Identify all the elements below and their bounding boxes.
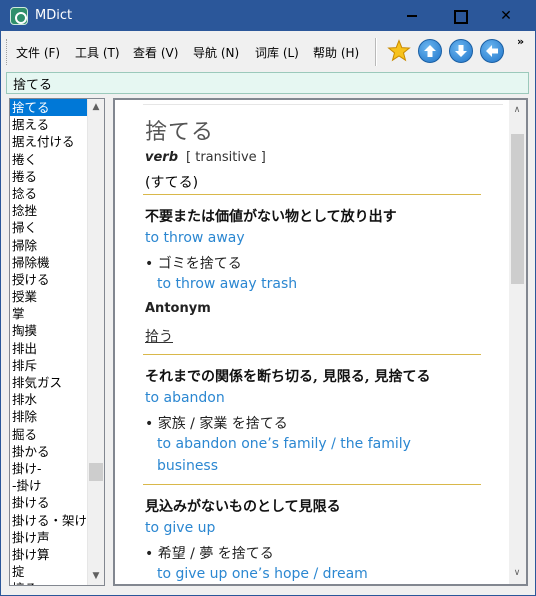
definition-pane: 捨てる verb [ transitive ] (すてる) 不要または価値がない物…	[113, 98, 528, 586]
word-list-item[interactable]: 掃除機	[10, 254, 88, 271]
antonym-link[interactable]: 拾う	[145, 326, 173, 346]
example-japanese: • 家族 / 家業 を捨てる	[145, 416, 288, 432]
word-list-item[interactable]: 捲く	[10, 151, 88, 168]
word-list-item[interactable]: 掛け-	[10, 460, 88, 477]
sense-definition: 見込みがないものとして見限る	[145, 499, 341, 515]
example-english[interactable]: to throw away trash	[157, 273, 437, 295]
example-japanese: • 希望 / 夢 を捨てる	[145, 546, 274, 562]
sense-divider	[143, 354, 481, 355]
toolbar-grip[interactable]	[6, 39, 9, 65]
word-list-item[interactable]: 掛け算	[10, 546, 88, 563]
sense-definition: それまでの関係を断ち切る, 見限る, 見捨てる	[145, 369, 431, 385]
menu-file[interactable]: 文件 (F)	[16, 44, 60, 61]
toolbar: 文件 (F) 工具 (T) 查看 (V) 导航 (N) 词库 (L) 帮助 (H…	[1, 31, 535, 71]
reading: (すてる)	[145, 175, 199, 191]
word-list: 捨てる 据える 据え付ける 捲く 捲る 捻る 捻挫 掃く 掃除 掃除機 授ける 授業掌掏摸 排出 排斥 排気…	[9, 98, 105, 586]
menu-tools[interactable]: 工具 (T)	[75, 44, 120, 61]
word-list-item[interactable]: 排除	[10, 408, 88, 425]
word-list-scrollbar[interactable]: ▲ ▼	[87, 99, 104, 585]
word-list-item[interactable]: 排気ガス	[10, 374, 88, 391]
arrow-up-icon[interactable]	[418, 39, 442, 63]
maximize-button[interactable]	[442, 1, 476, 31]
definition-scroll-thumb[interactable]	[511, 134, 524, 284]
close-button[interactable]: ✕	[489, 1, 523, 31]
word-list-item[interactable]: 授ける	[10, 271, 88, 288]
word-list-item[interactable]: 掘る	[10, 426, 88, 443]
word-list-item[interactable]: 捻る	[10, 185, 88, 202]
word-list-item[interactable]: 掠る	[10, 580, 88, 585]
headword: 捨てる	[145, 120, 215, 145]
search-input[interactable]	[6, 72, 529, 94]
arrow-left-icon[interactable]	[480, 39, 504, 63]
word-list-item[interactable]: 据える	[10, 116, 88, 133]
app-logo-icon	[10, 7, 28, 25]
word-list-item[interactable]: 排出	[10, 340, 88, 357]
word-list-item[interactable]: 掟	[10, 563, 88, 580]
menu-library[interactable]: 词库 (L)	[255, 44, 299, 61]
window-title: MDict	[35, 8, 73, 23]
menu-navigate[interactable]: 导航 (N)	[193, 44, 239, 61]
toolbar-overflow-chevron-icon[interactable]: »	[517, 35, 524, 48]
arrow-down-icon[interactable]	[449, 39, 473, 63]
example-english[interactable]: to give up one’s hope / dream	[157, 563, 437, 584]
word-list-item[interactable]: 掛け声	[10, 529, 88, 546]
word-list-item[interactable]: 捻挫	[10, 202, 88, 219]
word-list-item[interactable]: 排水	[10, 391, 88, 408]
minimize-button[interactable]	[395, 1, 429, 31]
title-bar[interactable]: MDict ✕	[1, 1, 535, 31]
word-list-item[interactable]: 掃除	[10, 237, 88, 254]
word-list-item[interactable]: 掛かる	[10, 443, 88, 460]
menu-help[interactable]: 帮助 (H)	[313, 44, 359, 61]
sense-definition: 不要または価値がない物として放り出す	[145, 209, 397, 225]
example-english[interactable]: to abandon one’s family / the family bus…	[157, 433, 437, 477]
word-list-item[interactable]: 排斥	[10, 357, 88, 374]
pos-label: verb	[145, 150, 179, 165]
word-list-item[interactable]: 掌	[10, 305, 88, 322]
pos-note: [ transitive ]	[186, 150, 266, 165]
sense-divider	[143, 194, 481, 195]
menu-view[interactable]: 查看 (V)	[133, 44, 178, 61]
sense-gloss[interactable]: to abandon	[145, 390, 225, 406]
scroll-down-icon[interactable]: ∨	[509, 565, 525, 582]
word-list-item[interactable]: 捲る	[10, 168, 88, 185]
word-list-item[interactable]: 掏摸	[10, 322, 88, 339]
scroll-up-icon[interactable]: ∧	[509, 102, 525, 119]
word-list-item[interactable]: -掛け	[10, 477, 88, 494]
word-list-scroll-thumb[interactable]	[89, 463, 103, 481]
word-list-item[interactable]: 掛ける・架け	[10, 512, 88, 529]
word-list-items: 捨てる 据える 据え付ける 捲く 捲る 捻る 捻挫 掃く 掃除 掃除機 授ける 授業掌掏摸 排出 排斥 排気…	[10, 99, 88, 585]
word-list-item[interactable]: 据え付ける	[10, 133, 88, 150]
sense-gloss[interactable]: to throw away	[145, 230, 245, 246]
sense-divider	[143, 484, 481, 485]
part-of-speech: verb [ transitive ]	[145, 150, 266, 165]
scroll-up-icon[interactable]: ▲	[88, 99, 104, 116]
word-list-item[interactable]: 掃く	[10, 219, 88, 236]
word-list-item[interactable]: 掛ける	[10, 494, 88, 511]
word-list-item[interactable]: 授業	[10, 288, 88, 305]
app-window: MDict ✕ 文件 (F) 工具 (T) 查看 (V) 导航 (N) 词库 (…	[0, 0, 536, 596]
sense-gloss[interactable]: to give up	[145, 520, 215, 536]
antonym-label: Antonym	[145, 301, 211, 316]
entry-divider	[143, 104, 503, 105]
star-icon[interactable]	[387, 39, 411, 63]
example-japanese: • ゴミを捨てる	[145, 256, 242, 272]
toolbar-separator	[375, 38, 377, 66]
definition-scrollbar[interactable]: ∧ ∨	[509, 100, 526, 584]
scroll-down-icon[interactable]: ▼	[88, 568, 104, 585]
word-list-item[interactable]: 捨てる	[10, 99, 88, 117]
